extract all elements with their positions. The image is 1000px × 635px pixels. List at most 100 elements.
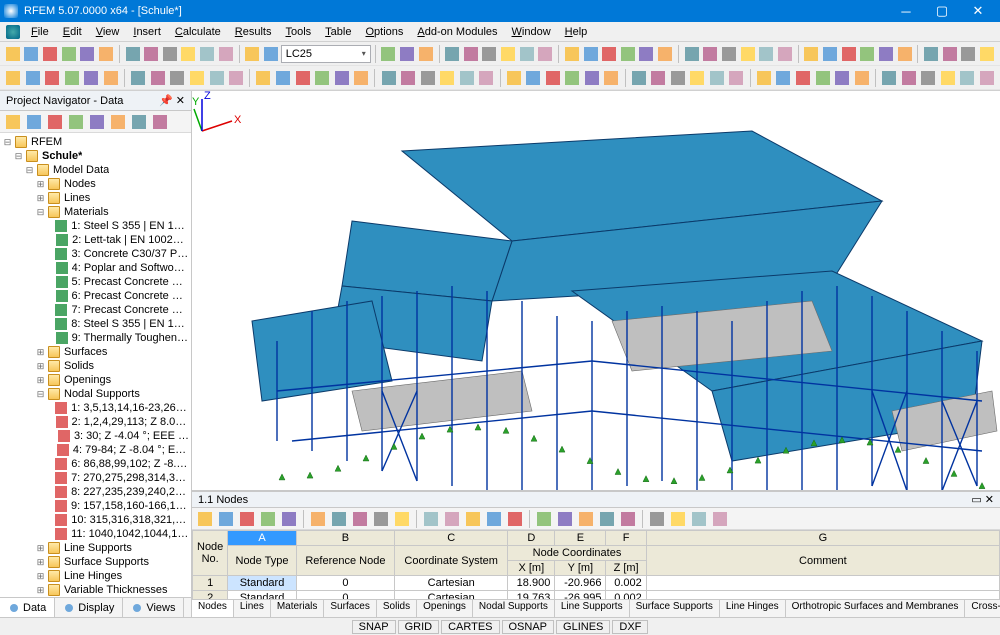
toolbar-button[interactable]: [821, 44, 839, 64]
toolbar-button[interactable]: [380, 44, 398, 64]
tree-item[interactable]: ⊞Lines: [0, 191, 191, 205]
toolbar-button[interactable]: [4, 44, 22, 64]
table-tab[interactable]: Lines: [234, 600, 271, 617]
toolbar-button[interactable]: [919, 68, 938, 88]
toolbar-button[interactable]: [649, 68, 668, 88]
toolbar-button[interactable]: [457, 68, 476, 88]
toolbar-button[interactable]: [379, 68, 398, 88]
table-toolbar-button[interactable]: [308, 509, 328, 529]
nav-toolbar-button[interactable]: [129, 112, 149, 132]
table-tab[interactable]: Line Hinges: [720, 600, 786, 617]
toolbar-button[interactable]: [23, 44, 41, 64]
tree-item[interactable]: ⊞Line Hinges: [0, 569, 191, 583]
status-grid[interactable]: GRID: [398, 620, 440, 634]
toolbar-button[interactable]: [880, 68, 899, 88]
tree-item[interactable]: 2: Lett-tak | EN 10025-2:2004-11: [0, 233, 191, 247]
col-node-no[interactable]: Node No.: [193, 531, 228, 576]
toolbar-button[interactable]: [518, 44, 536, 64]
nav-tab-data[interactable]: Data: [0, 598, 55, 617]
toolbar-button[interactable]: [960, 44, 978, 64]
table-toolbar-button[interactable]: [350, 509, 370, 529]
toolbar-button[interactable]: [63, 68, 82, 88]
toolbar-button[interactable]: [180, 44, 198, 64]
tree-item[interactable]: 4: Poplar and Softwood Timber C2: [0, 261, 191, 275]
toolbar-button[interactable]: [82, 68, 101, 88]
table-grid[interactable]: Node No.ABCDEFGNode TypeReference NodeCo…: [192, 530, 1000, 599]
toolbar-button[interactable]: [688, 68, 707, 88]
nodes-table[interactable]: Node No.ABCDEFGNode TypeReference NodeCo…: [192, 530, 1000, 599]
toolbar-button[interactable]: [168, 68, 187, 88]
toolbar-button[interactable]: [418, 68, 437, 88]
tree-item[interactable]: 8: Steel S 355 | EN 10025-2:2004-11: [0, 317, 191, 331]
table-toolbar-button[interactable]: [463, 509, 483, 529]
table-tab[interactable]: Materials: [271, 600, 325, 617]
toolbar-button[interactable]: [619, 44, 637, 64]
table-toolbar-button[interactable]: [618, 509, 638, 529]
toolbar-button[interactable]: [398, 44, 416, 64]
menu-window[interactable]: Window: [505, 24, 558, 40]
toolbar-button[interactable]: [352, 68, 371, 88]
toolbar-button[interactable]: [708, 68, 727, 88]
menu-table[interactable]: Table: [318, 24, 358, 40]
toolbar-button[interactable]: [60, 44, 78, 64]
tree-item[interactable]: 1: Steel S 355 | EN 10025-2:2004-11: [0, 219, 191, 233]
tree-item[interactable]: 6: Precast Concrete Walls (Contiga: [0, 289, 191, 303]
3d-viewport[interactable]: X Y Z: [192, 91, 1000, 491]
table-tab[interactable]: Cross-Sections: [965, 600, 1000, 617]
toolbar-button[interactable]: [774, 68, 793, 88]
toolbar-button[interactable]: [938, 68, 957, 88]
table-tab[interactable]: Surfaces: [324, 600, 376, 617]
status-cartes[interactable]: CARTES: [441, 620, 499, 634]
toolbar-button[interactable]: [227, 68, 246, 88]
toolbar-button[interactable]: [638, 44, 656, 64]
toolbar-button[interactable]: [727, 68, 746, 88]
menu-help[interactable]: Help: [558, 24, 595, 40]
loadcase-select[interactable]: LC25: [281, 45, 371, 63]
toolbar-button[interactable]: [243, 44, 261, 64]
toolbar-button[interactable]: [755, 68, 774, 88]
table-toolbar-button[interactable]: [647, 509, 667, 529]
menu-file[interactable]: File: [24, 24, 56, 40]
col-letter[interactable]: E: [555, 531, 606, 546]
toolbar-button[interactable]: [462, 44, 480, 64]
toolbar-button[interactable]: [840, 44, 858, 64]
toolbar-button[interactable]: [602, 68, 621, 88]
tree-item[interactable]: ⊞Nodes: [0, 177, 191, 191]
table-tab[interactable]: Solids: [377, 600, 417, 617]
table-toolbar-button[interactable]: [371, 509, 391, 529]
toolbar-button[interactable]: [477, 68, 496, 88]
table-toolbar-button[interactable]: [279, 509, 299, 529]
menu-tools[interactable]: Tools: [278, 24, 318, 40]
toolbar-button[interactable]: [977, 68, 996, 88]
table-toolbar-button[interactable]: [195, 509, 215, 529]
toolbar-button[interactable]: [161, 44, 179, 64]
toolbar-button[interactable]: [4, 68, 23, 88]
toolbar-button[interactable]: [207, 68, 226, 88]
tree-item[interactable]: ⊞Variable Thicknesses: [0, 583, 191, 597]
close-button[interactable]: ✕: [960, 0, 996, 22]
toolbar-button[interactable]: [504, 68, 523, 88]
toolbar-button[interactable]: [417, 44, 435, 64]
toolbar-button[interactable]: [254, 68, 273, 88]
table-row[interactable]: 1Standard0Cartesian18.900-20.9660.002: [193, 576, 1000, 591]
status-snap[interactable]: SNAP: [352, 620, 396, 634]
tree-item[interactable]: 9: Thermally Toughened Float Glas: [0, 331, 191, 345]
navigator-tree[interactable]: ⊟RFEM⊟Schule*⊟Model Data⊞Nodes⊞Lines⊟Mat…: [0, 133, 191, 597]
tree-item[interactable]: 3: 30; Z -4.04 °; EEE NNY: [0, 429, 191, 443]
col-letter[interactable]: B: [296, 531, 394, 546]
table-toolbar-button[interactable]: [442, 509, 462, 529]
toolbar-button[interactable]: [129, 68, 148, 88]
toolbar-button[interactable]: [41, 44, 59, 64]
toolbar-button[interactable]: [124, 44, 142, 64]
toolbar-button[interactable]: [656, 44, 674, 64]
toolbar-button[interactable]: [142, 44, 160, 64]
table-toolbar-button[interactable]: [237, 509, 257, 529]
table-tab[interactable]: Openings: [417, 600, 473, 617]
toolbar-button[interactable]: [896, 44, 914, 64]
nav-toolbar-button[interactable]: [66, 112, 86, 132]
tree-item[interactable]: 1: 3,5,13,14,16-23,26-28,36,39-41,45: [0, 401, 191, 415]
toolbar-button[interactable]: [24, 68, 43, 88]
tree-item[interactable]: ⊟Schule*: [0, 149, 191, 163]
table-toolbar-button[interactable]: [668, 509, 688, 529]
menu-edit[interactable]: Edit: [56, 24, 89, 40]
